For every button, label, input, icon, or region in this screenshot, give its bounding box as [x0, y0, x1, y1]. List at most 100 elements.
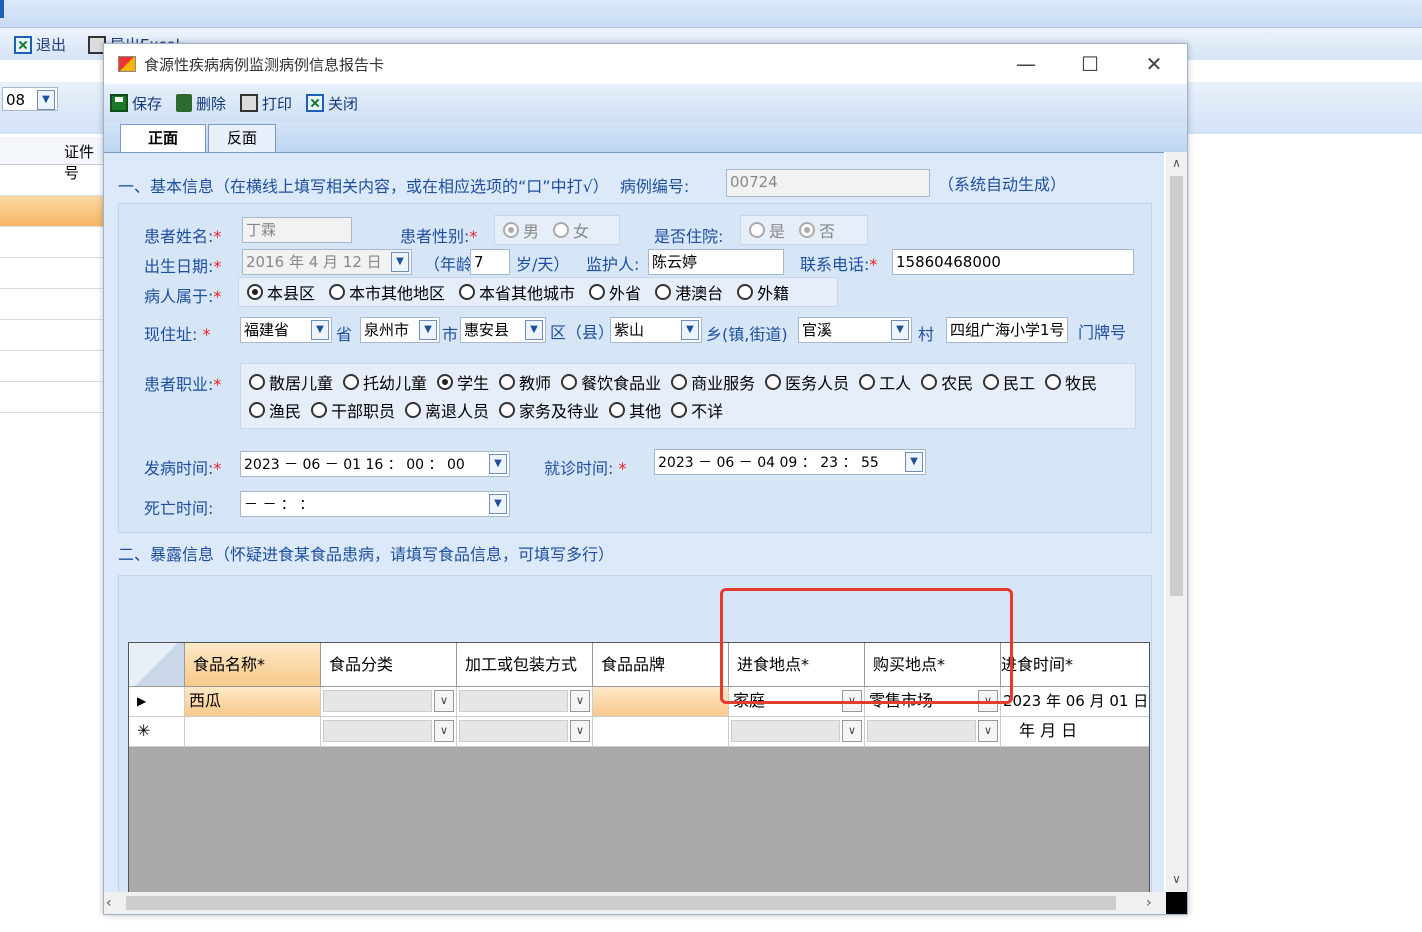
job-opt[interactable]: 散居儿童: [249, 370, 333, 394]
delete-button[interactable]: 删除: [176, 93, 226, 114]
cell-eat-time-new[interactable]: 年 月 日: [1001, 717, 1149, 747]
job-opt[interactable]: 餐饮食品业: [561, 370, 661, 394]
table-row[interactable]: [0, 320, 104, 351]
table-row[interactable]: [0, 382, 104, 413]
chevron-down-icon[interactable]: ▼: [419, 320, 437, 340]
belong-opt[interactable]: 本市其他地区: [329, 280, 445, 304]
chevron-down-icon[interactable]: ▼: [681, 320, 699, 340]
guardian-field[interactable]: 陈云婷: [648, 249, 784, 275]
street-field[interactable]: 四组广海小学1号: [946, 317, 1068, 343]
row-selector-icon[interactable]: ▶: [129, 687, 185, 717]
filter-combo[interactable]: 08 ▼: [2, 87, 58, 111]
vertical-scrollbar[interactable]: ∧ ∨: [1166, 152, 1187, 892]
table-row[interactable]: [0, 165, 104, 196]
chevron-down-icon[interactable]: ▼: [37, 90, 55, 110]
chevron-down-icon[interactable]: ∨: [570, 720, 590, 742]
job-opt[interactable]: 牧民: [1045, 370, 1097, 394]
scroll-up-icon[interactable]: ∧: [1166, 152, 1187, 174]
cell-food[interactable]: 西瓜: [185, 687, 321, 717]
scroll-down-icon[interactable]: ∨: [1166, 868, 1187, 890]
cell-category-new[interactable]: ∨: [321, 717, 457, 747]
province-combo[interactable]: 福建省 ▼: [240, 317, 332, 343]
job-opt[interactable]: 其他: [609, 398, 661, 422]
chevron-down-icon[interactable]: ∨: [434, 690, 454, 712]
hscroll-thumb[interactable]: [126, 896, 1116, 910]
job-opt[interactable]: 工人: [859, 370, 911, 394]
belong-opt[interactable]: 外籍: [737, 280, 789, 304]
tab-back[interactable]: 反面: [208, 124, 276, 152]
grid-header-eat-time[interactable]: 进食时间*: [1001, 643, 1149, 687]
job-opt[interactable]: 托幼儿童: [343, 370, 427, 394]
close-icon[interactable]: ✕: [1134, 52, 1174, 76]
cell-process-new[interactable]: ∨: [457, 717, 593, 747]
hosp-yes[interactable]: 是: [749, 218, 785, 242]
maximize-icon[interactable]: ☐: [1070, 52, 1110, 76]
cell-process[interactable]: ∨: [457, 687, 593, 717]
chevron-down-icon[interactable]: ▼: [489, 454, 507, 474]
grid-header-process[interactable]: 加工或包装方式: [457, 643, 593, 687]
table-row[interactable]: [0, 289, 104, 320]
grid-header-food[interactable]: 食品名称*: [185, 643, 321, 687]
hosp-no[interactable]: 否: [799, 218, 835, 242]
job-opt[interactable]: 民工: [983, 370, 1035, 394]
cell-eat-place-new[interactable]: ∨: [729, 717, 865, 747]
cell-eat-time[interactable]: 2023 年 06 月 01 日: [1001, 687, 1149, 717]
gender-female[interactable]: 女: [553, 218, 589, 242]
belong-opt[interactable]: 港澳台: [655, 280, 723, 304]
scroll-right-icon[interactable]: ›: [1146, 892, 1164, 914]
tab-front[interactable]: 正面: [120, 124, 206, 152]
scroll-thumb[interactable]: [1170, 176, 1183, 596]
belong-opt[interactable]: 本省其他城市: [459, 280, 575, 304]
exit-button[interactable]: 退出: [14, 34, 66, 55]
job-opt[interactable]: 离退人员: [405, 398, 489, 422]
job-opt[interactable]: 家务及待业: [499, 398, 599, 422]
belong-opt[interactable]: 本县区: [247, 280, 315, 304]
gender-male[interactable]: 男: [503, 218, 539, 242]
village-combo[interactable]: 官溪 ▼: [798, 317, 912, 343]
cell-brand-new[interactable]: [593, 717, 729, 747]
chevron-down-icon[interactable]: ▼: [311, 320, 329, 340]
chevron-down-icon[interactable]: ▼: [391, 252, 409, 272]
print-button[interactable]: 打印: [240, 93, 292, 114]
town-combo[interactable]: 紫山 ▼: [610, 317, 702, 343]
job-opt[interactable]: 商业服务: [671, 370, 755, 394]
cell-food-new[interactable]: [185, 717, 321, 747]
table-row[interactable]: [0, 227, 104, 258]
dob-field[interactable]: 2016 年 4 月 12 日 ▼: [242, 249, 412, 275]
cell-buy-place-new[interactable]: ∨: [865, 717, 1001, 747]
chevron-down-icon[interactable]: ∨: [570, 690, 590, 712]
job-opt[interactable]: 渔民: [249, 398, 301, 422]
job-opt[interactable]: 医务人员: [765, 370, 849, 394]
age-field[interactable]: 7: [470, 249, 510, 275]
scroll-left-icon[interactable]: ‹: [106, 892, 124, 914]
close-button[interactable]: 关闭: [306, 93, 358, 114]
save-button[interactable]: 保存: [110, 93, 162, 114]
visit-field[interactable]: 2023 － 06 － 04 09 ： 23 ： 55 ▼: [654, 449, 926, 475]
job-opt[interactable]: 干部职员: [311, 398, 395, 422]
onset-field[interactable]: 2023 － 06 － 01 16 ： 00 ： 00 ▼: [240, 451, 510, 477]
chevron-down-icon[interactable]: ▼: [525, 320, 543, 340]
name-field[interactable]: 丁霖: [242, 217, 352, 243]
job-opt[interactable]: 教师: [499, 370, 551, 394]
cell-brand[interactable]: [593, 687, 729, 717]
table-row[interactable]: [0, 258, 104, 289]
table-row[interactable]: [0, 351, 104, 382]
chevron-down-icon[interactable]: ∨: [978, 720, 998, 742]
belong-opt[interactable]: 外省: [589, 280, 641, 304]
grid-header-brand[interactable]: 食品品牌: [593, 643, 729, 687]
job-opt[interactable]: 不详: [671, 398, 723, 422]
county-combo[interactable]: 惠安县 ▼: [460, 317, 546, 343]
death-field[interactable]: － － ： ： ▼: [240, 491, 510, 517]
horizontal-scrollbar[interactable]: ‹ ›: [104, 892, 1187, 914]
phone-field[interactable]: 15860468000: [892, 249, 1134, 275]
chevron-down-icon[interactable]: ▼: [489, 494, 507, 514]
minimize-icon[interactable]: —: [1006, 52, 1046, 76]
city-combo[interactable]: 泉州市 ▼: [360, 317, 440, 343]
chevron-down-icon[interactable]: ▼: [905, 452, 923, 472]
chevron-down-icon[interactable]: ∨: [434, 720, 454, 742]
chevron-down-icon[interactable]: ∨: [842, 720, 862, 742]
chevron-down-icon[interactable]: ▼: [891, 320, 909, 340]
job-opt[interactable]: 学生: [437, 370, 489, 394]
cell-category[interactable]: ∨: [321, 687, 457, 717]
table-row-selected[interactable]: [0, 196, 104, 227]
